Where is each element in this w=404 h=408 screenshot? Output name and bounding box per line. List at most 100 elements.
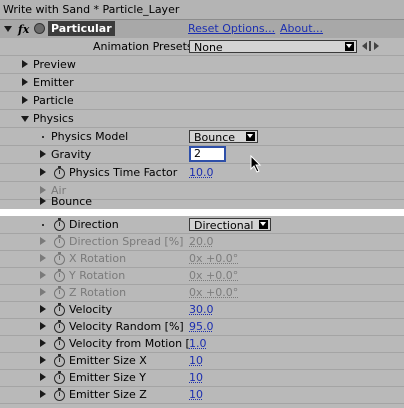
z-rotation-label: Z Rotation [69,286,127,299]
emitter-size-z-row: Emitter Size Z 10 [0,386,404,403]
direction-spread-value[interactable]: 20.0 [189,233,214,250]
animation-presets-dropdown[interactable]: None [189,40,357,54]
expand-velocity-random-icon[interactable] [40,322,46,330]
x-rotation-value[interactable]: 0x +0.0° [189,250,238,267]
group-emitter-label: Emitter [33,76,74,89]
velocity-from-motion-label: Velocity from Motion [ [69,337,190,350]
stopwatch-icon[interactable] [54,218,65,231]
direction-row: Direction Directional [0,216,404,233]
stopwatch-icon[interactable] [54,235,65,248]
about-link[interactable]: About... [280,20,323,37]
effect-header: fx Particular Reset Options... About... [0,20,404,38]
expand-direction-spread-icon[interactable] [40,237,46,245]
expand-particle-icon[interactable] [22,96,28,104]
expand-gravity-icon[interactable] [40,150,46,158]
bullet-icon [42,224,44,226]
gravity-row: Gravity 2 [0,146,404,163]
physics-model-value: Bounce [194,131,236,144]
z-rotation-row: Z Rotation 0x +0.0° [0,284,404,301]
expand-bounce-icon[interactable] [40,197,46,205]
animation-presets-row: Animation Presets: None [0,38,404,55]
velocity-from-motion-row: Velocity from Motion [ 1.0 [0,335,404,352]
next-preset-icon[interactable] [374,42,379,50]
chevron-down-icon [246,132,255,141]
expand-x-rotation-icon[interactable] [40,254,46,262]
expand-y-rotation-icon[interactable] [40,271,46,279]
emitter-size-z-value[interactable]: 10 [189,386,203,403]
y-rotation-row: Y Rotation 0x +0.0° [0,267,404,284]
gravity-label: Gravity [51,148,92,161]
stopwatch-icon[interactable] [54,354,65,367]
previous-preset-icon[interactable] [362,42,367,50]
physics-model-dropdown[interactable]: Bounce [189,130,258,144]
chevron-down-icon [259,220,268,229]
stopwatch-icon[interactable] [54,388,65,401]
collapse-physics-icon[interactable] [21,116,29,122]
fx-toggle-icon[interactable]: fx [18,21,29,38]
expand-emitter-size-x-icon[interactable] [40,356,46,364]
group-particle-label: Particle [33,94,74,107]
gravity-input[interactable]: 2 [189,146,226,162]
group-particle[interactable]: Particle [0,92,404,109]
expand-z-rotation-icon[interactable] [40,288,46,296]
expand-emitter-size-y-icon[interactable] [40,373,46,381]
z-rotation-value[interactable]: 0x +0.0° [189,284,238,301]
bullet-icon [42,136,44,138]
preset-browser-icon[interactable] [369,41,371,51]
effect-controls-panel-top: Write with Sand * Particle_Layer fx Part… [0,0,404,209]
animation-presets-value: None [194,41,223,54]
stopwatch-icon[interactable] [54,166,65,179]
expand-time-factor-icon[interactable] [40,168,46,176]
expand-emitter-size-z-icon[interactable] [40,390,46,398]
velocity-from-motion-value[interactable]: 1.0 [189,335,207,352]
velocity-random-value[interactable]: 95.0 [189,318,214,335]
title-text: Write with Sand * Particle_Layer [3,3,180,16]
group-preview-label: Preview [33,58,76,71]
group-physics[interactable]: Physics [0,110,404,127]
mouse-cursor-icon [250,155,262,173]
emitter-size-y-label: Emitter Size Y [69,371,146,384]
stopwatch-icon[interactable] [54,252,65,265]
stopwatch-icon[interactable] [54,286,65,299]
gravity-value: 2 [194,147,201,160]
collapse-effect-icon[interactable] [4,26,12,32]
expand-velocity-icon[interactable] [40,305,46,313]
physics-model-row: Physics Model Bounce [0,128,404,145]
velocity-random-row: Velocity Random [%] 95.0 [0,318,404,335]
expand-velocity-from-motion-icon[interactable] [40,339,46,347]
stopwatch-icon[interactable] [54,303,65,316]
effect-globe-icon [34,23,45,34]
x-rotation-row: X Rotation 0x +0.0° [0,250,404,267]
expand-emitter-icon[interactable] [22,78,28,86]
expand-preview-icon[interactable] [22,60,28,68]
y-rotation-label: Y Rotation [69,269,126,282]
emitter-size-x-value[interactable]: 10 [189,352,203,369]
group-preview[interactable]: Preview [0,56,404,73]
time-factor-value[interactable]: 10.0 [189,164,214,181]
y-rotation-value[interactable]: 0x +0.0° [189,267,238,284]
velocity-value[interactable]: 30.0 [189,301,214,318]
group-emitter[interactable]: Emitter [0,74,404,91]
time-factor-label: Physics Time Factor [69,166,178,179]
stopwatch-icon[interactable] [54,337,65,350]
reset-options-link[interactable]: Reset Options... [188,20,275,37]
emitter-size-x-label: Emitter Size X [69,354,147,367]
velocity-row: Velocity 30.0 [0,301,404,318]
effect-name[interactable]: Particular [48,21,115,36]
stopwatch-icon[interactable] [54,320,65,333]
group-bounce[interactable]: Bounce [0,193,404,209]
stopwatch-icon[interactable] [54,269,65,282]
group-bounce-label: Bounce [51,195,93,208]
velocity-label: Velocity [69,303,113,316]
emitter-size-z-label: Emitter Size Z [69,388,147,401]
direction-value: Directional [194,219,254,232]
group-physics-label: Physics [33,112,74,125]
physics-model-label: Physics Model [51,130,129,143]
x-rotation-label: X Rotation [69,252,127,265]
emitter-size-y-value[interactable]: 10 [189,369,203,386]
stopwatch-icon[interactable] [54,371,65,384]
direction-spread-label: Direction Spread [%] [69,235,184,248]
emitter-size-y-row: Emitter Size Y 10 [0,369,404,386]
direction-dropdown[interactable]: Directional [189,218,271,232]
animation-presets-label: Animation Presets: [93,40,197,53]
